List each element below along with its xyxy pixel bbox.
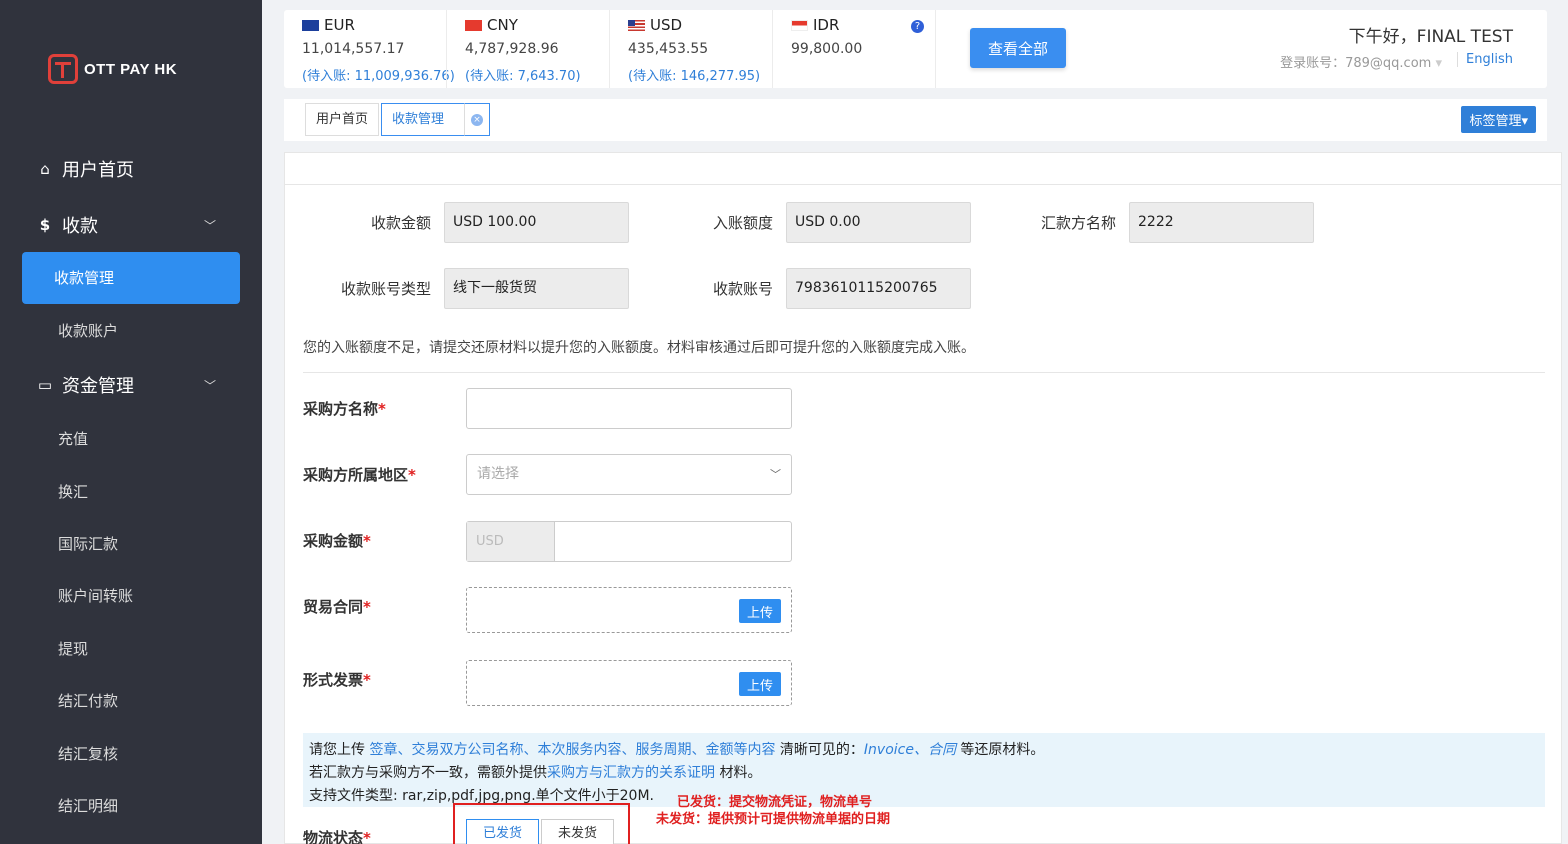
invoice-upload-button[interactable]: 上传 xyxy=(738,672,781,696)
invoice-label: 形式发票* xyxy=(303,671,371,689)
buyer-name-input[interactable] xyxy=(466,388,792,429)
account-number-field: 7983610115200765 xyxy=(786,268,971,309)
region-placeholder: 请选择 xyxy=(477,466,519,482)
purchase-amount-label: 采购金额* xyxy=(303,532,371,550)
purchase-amount-input[interactable]: USD xyxy=(466,521,792,562)
balance-idr: IDR 99,800.00 xyxy=(773,16,862,84)
balance-amount: 435,453.55 xyxy=(628,41,709,57)
divider xyxy=(935,10,936,88)
credited-label: 入账额度 xyxy=(712,214,773,232)
currency-code: EUR xyxy=(324,16,355,34)
not-shipped-option[interactable]: 未发货 xyxy=(541,819,615,844)
sidebar-item-settlement-review[interactable]: 结汇复核 xyxy=(58,743,118,764)
buyer-region-select[interactable]: 请选择 ﹀ xyxy=(466,454,792,495)
pending-amount: (待入账: 11,009,936.76) xyxy=(302,69,455,84)
brand-logo[interactable]: OTT PAY HK xyxy=(48,54,177,84)
info-line-2: 若汇款方与采购方不一致，需额外提供采购方与汇款方的关系证明 材料。 xyxy=(309,765,762,781)
contract-label: 贸易合同* xyxy=(303,598,371,616)
balance-amount: 11,014,557.17 xyxy=(302,41,405,57)
logistics-label: 物流状态* xyxy=(303,829,371,844)
buyer-region-label: 采购方所属地区* xyxy=(303,466,416,484)
buyer-name-label: 采购方名称* xyxy=(303,400,386,418)
pending-amount: (待入账: 146,277.95) xyxy=(628,69,761,84)
sidebar-item-label: 收款 xyxy=(62,216,98,237)
id-flag-icon xyxy=(791,19,808,31)
tag-management-button[interactable]: 标签管理▾ xyxy=(1461,106,1536,133)
account-type-field: 线下一般货贸 xyxy=(444,268,629,309)
upload-info-box: 请您上传 签章、交易双方公司名称、本次服务内容、服务周期、金额等内容 清晰可见的… xyxy=(303,733,1545,807)
sidebar-item-label: 资金管理 xyxy=(62,376,134,397)
amount-field: USD 100.00 xyxy=(444,202,629,243)
tab-close-button[interactable]: × xyxy=(464,103,490,136)
chevron-down-icon: ﹀ xyxy=(770,468,781,481)
sidebar-item-intl-remit[interactable]: 国际汇款 xyxy=(58,533,118,554)
greeting: 下午好，FINAL TEST xyxy=(1348,27,1513,47)
dollar-icon: $ xyxy=(39,216,51,234)
help-icon[interactable]: ? xyxy=(911,20,924,33)
balance-usd: USD 435,453.55 (待入账: 146,277.95) xyxy=(610,16,760,84)
view-all-button[interactable]: 查看全部 xyxy=(970,28,1066,68)
sidebar-item-home[interactable]: ⌂ 用户首页 xyxy=(36,156,134,182)
tab-bar: 用户首页 收款管理 × 标签管理▾ xyxy=(284,99,1547,141)
info-line-1: 请您上传 签章、交易双方公司名称、本次服务内容、服务周期、金额等内容 清晰可见的… xyxy=(309,742,1045,758)
tab-collection-management[interactable]: 收款管理 xyxy=(381,103,465,136)
contract-upload-area[interactable]: 上传 xyxy=(466,587,792,633)
card-header xyxy=(285,153,1561,185)
close-icon: × xyxy=(471,113,483,126)
brand-name: OTT PAY HK xyxy=(84,60,178,78)
chevron-down-icon: ﹀ xyxy=(204,378,217,393)
balance-eur: EUR 11,014,557.17 (待入账: 11,009,936.76) xyxy=(284,16,455,84)
logo-icon xyxy=(48,54,78,84)
card-icon: ▭ xyxy=(37,376,53,394)
account-type-label: 收款账号类型 xyxy=(340,280,431,298)
currency-code: USD xyxy=(650,16,683,34)
sidebar-item-withdraw[interactable]: 提现 xyxy=(58,638,88,659)
sidebar-item-exchange[interactable]: 换汇 xyxy=(58,481,88,502)
credited-field: USD 0.00 xyxy=(786,202,971,243)
currency-code: CNY xyxy=(487,16,518,34)
tab-home[interactable]: 用户首页 xyxy=(305,103,380,136)
sidebar-item-funds[interactable]: ▭ 资金管理 ﹀ xyxy=(36,372,226,398)
balance-amount: 99,800.00 xyxy=(791,41,863,57)
currency-code: IDR xyxy=(813,16,840,34)
currency-prefix: USD xyxy=(467,522,555,561)
chevron-down-icon: ﹀ xyxy=(204,218,217,233)
contract-upload-button[interactable]: 上传 xyxy=(738,599,781,623)
login-account: 登录账号：789@qq.com xyxy=(1280,56,1432,71)
payer-label: 汇款方名称 xyxy=(1040,214,1116,232)
invoice-upload-area[interactable]: 上传 xyxy=(466,660,792,706)
us-flag-icon xyxy=(628,19,645,31)
main-card: 收款金额 USD 100.00 入账额度 USD 0.00 汇款方名称 2222… xyxy=(284,152,1562,844)
payer-field: 2222 xyxy=(1129,202,1314,243)
sidebar-item-settlement-pay[interactable]: 结汇付款 xyxy=(58,690,118,711)
account-number-label: 收款账号 xyxy=(712,280,773,298)
not-shipped-annotation: 未发货：提供预计可提供物流单据的日期 xyxy=(656,812,891,827)
balance-bar: EUR 11,014,557.17 (待入账: 11,009,936.76) C… xyxy=(284,10,1547,88)
amount-label: 收款金额 xyxy=(370,214,431,232)
language-switch[interactable]: English xyxy=(1457,52,1513,67)
sidebar-item-transfer[interactable]: 账户间转账 xyxy=(58,585,133,606)
sidebar-item-collection[interactable]: $ 收款 ﹀ xyxy=(36,212,226,238)
divider xyxy=(303,372,1545,373)
sidebar-item-collection-management[interactable]: 收款管理 xyxy=(22,252,240,304)
quota-notice: 您的入账额度不足，请提交还原材料以提升您的入账额度。材料审核通过后即可提升您的入… xyxy=(303,340,975,356)
login-account-dropdown[interactable]: 登录账号：789@qq.com ▾ xyxy=(1280,52,1442,71)
balance-amount: 4,787,928.96 xyxy=(465,41,559,57)
sidebar-item-topup[interactable]: 充值 xyxy=(58,428,88,449)
eu-flag-icon xyxy=(302,19,319,31)
sidebar-item-settlement-detail[interactable]: 结汇明细 xyxy=(58,795,118,816)
sidebar: OTT PAY HK ⌂ 用户首页 $ 收款 ﹀ 收款管理 收款账户 ▭ 资金管… xyxy=(0,0,262,844)
balance-cny: CNY 4,787,928.96 (待入账: 7,643.70) xyxy=(447,16,581,84)
home-icon: ⌂ xyxy=(40,160,50,178)
pending-amount: (待入账: 7,643.70) xyxy=(465,69,581,84)
caret-down-icon: ▾ xyxy=(1435,56,1442,71)
sidebar-item-collection-account[interactable]: 收款账户 xyxy=(58,320,118,341)
shipped-option[interactable]: 已发货 xyxy=(466,819,540,844)
cn-flag-icon xyxy=(465,19,482,31)
sidebar-item-label: 用户首页 xyxy=(62,160,134,181)
